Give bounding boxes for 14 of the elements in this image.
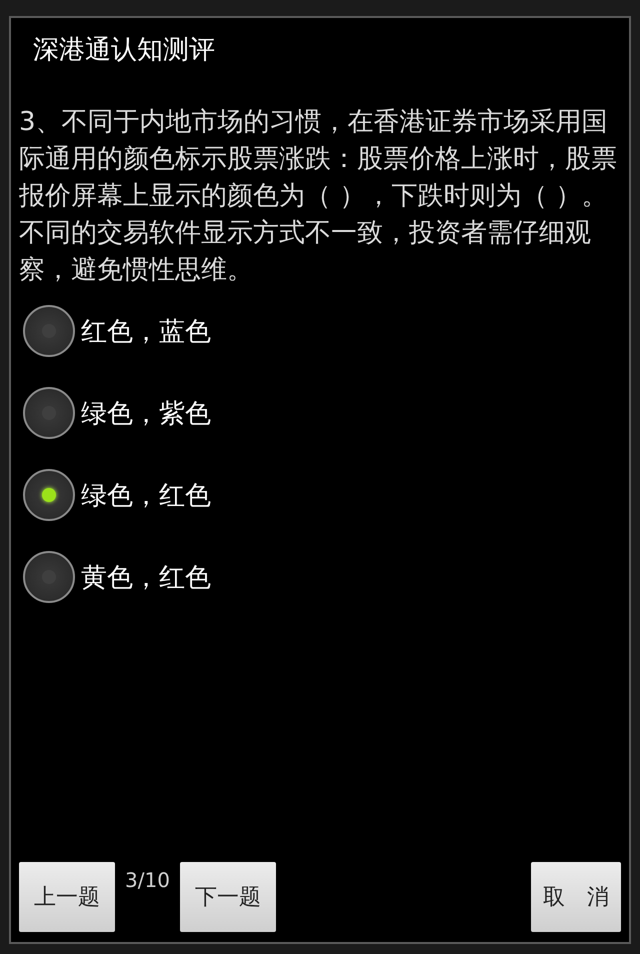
radio-button[interactable]	[23, 469, 75, 521]
option-label[interactable]: 绿色，红色	[81, 478, 211, 512]
previous-button[interactable]: 上一题	[19, 862, 115, 932]
cancel-button[interactable]: 取 消	[531, 862, 621, 932]
next-button[interactable]: 下一题	[180, 862, 276, 932]
radio-button[interactable]	[23, 551, 75, 603]
dialog-title: 深港通认知测评	[32, 34, 216, 67]
question-text: 3、不同于内地市场的习惯，在香港证券市场采用国际通用的颜色标示股票涨跌：股票价格上涨时，股票报价屏幕上显示的颜色为（ ），下跌时则为（ ）。不同的交易软件显示方式不一致，投资者需仔细观察，避免惯性思维。	[18, 106, 618, 287]
radio-button[interactable]	[23, 305, 75, 357]
option-label[interactable]: 红色，蓝色	[81, 314, 211, 348]
progress-counter: 3/10	[124, 867, 171, 892]
option-label[interactable]: 黄色，红色	[81, 560, 211, 594]
option-label[interactable]: 绿色，紫色	[81, 396, 211, 430]
radio-button[interactable]	[23, 387, 75, 439]
